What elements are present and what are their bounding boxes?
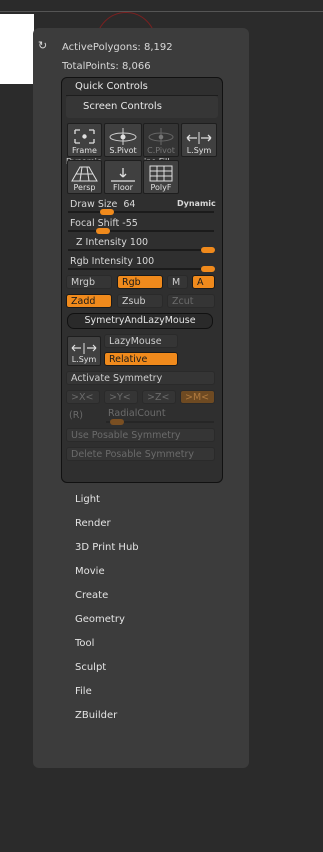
menu-3d-print-hub[interactable]: 3D Print Hub <box>75 542 139 553</box>
x-axis-button[interactable]: >X< <box>66 390 100 404</box>
spivot-icon <box>109 128 137 145</box>
menu-create[interactable]: Create <box>75 590 108 601</box>
frame-label: Frame <box>72 146 97 155</box>
refresh-icon[interactable]: ↻ <box>38 39 47 52</box>
mrgb-button[interactable]: Mrgb <box>66 275 112 289</box>
perspective-grid-icon <box>71 166 98 182</box>
lsym-arrows-icon-2 <box>71 343 97 354</box>
menu-file[interactable]: File <box>75 686 92 697</box>
draw-size-track[interactable] <box>68 211 214 213</box>
zadd-button[interactable]: Zadd <box>66 294 112 308</box>
menu-zbuilder[interactable]: ZBuilder <box>75 710 117 721</box>
lazymouse-button[interactable]: LazyMouse <box>104 334 178 348</box>
floor-label: Floor <box>113 183 133 192</box>
rgb-button[interactable]: Rgb <box>117 275 163 289</box>
activate-symmetry-button[interactable]: Activate Symmetry <box>66 371 215 385</box>
quick-controls-title[interactable]: Quick Controls <box>75 81 148 92</box>
menu-movie[interactable]: Movie <box>75 566 105 577</box>
z-axis-button[interactable]: >Z< <box>142 390 176 404</box>
radial-count-label[interactable]: RadialCount <box>108 408 166 419</box>
spivot-button[interactable]: S.Pivot <box>104 123 142 157</box>
cpivot-button[interactable]: C.Pivot <box>143 123 179 157</box>
total-points: TotalPoints: 8,066 <box>62 61 151 72</box>
active-polygons: ActivePolygons: 8,192 <box>62 42 173 53</box>
polyframe-grid-icon <box>149 165 173 182</box>
rgb-intensity-label[interactable]: Rgb Intensity 100 <box>70 256 154 267</box>
delete-posable-symmetry-button[interactable]: Delete Posable Symmetry <box>66 447 215 461</box>
persp-label: Persp <box>73 183 96 192</box>
draw-size-knob[interactable] <box>100 209 114 215</box>
lsym-label: L.Sym <box>71 355 97 364</box>
lsym-label-top: L.Sym <box>186 146 212 155</box>
screen-controls-title[interactable]: Screen Controls <box>83 101 162 112</box>
focal-shift-knob[interactable] <box>96 228 110 234</box>
lsym-button-top[interactable]: L.Sym <box>181 123 217 157</box>
polyf-button[interactable]: PolyF <box>143 160 179 194</box>
spivot-label: S.Pivot <box>109 146 137 155</box>
menu-sculpt[interactable]: Sculpt <box>75 662 106 673</box>
frame-button[interactable]: Frame <box>67 123 102 157</box>
menu-render[interactable]: Render <box>75 518 111 529</box>
radial-count-knob[interactable] <box>110 419 124 425</box>
z-intensity-knob[interactable] <box>201 247 215 253</box>
y-axis-button[interactable]: >Y< <box>104 390 138 404</box>
use-posable-symmetry-button[interactable]: Use Posable Symmetry <box>66 428 215 442</box>
m-button[interactable]: M <box>167 275 188 289</box>
menu-geometry[interactable]: Geometry <box>75 614 125 625</box>
dynamic-toggle[interactable]: Dynamic <box>177 199 216 208</box>
focal-shift-track[interactable] <box>68 230 214 232</box>
menu-tool[interactable]: Tool <box>75 638 94 649</box>
lsym-arrows-icon <box>186 132 212 144</box>
rgb-intensity-knob[interactable] <box>201 266 215 272</box>
floor-icon <box>111 168 135 182</box>
cpivot-icon <box>148 128 174 145</box>
frame-icon <box>74 129 95 144</box>
a-button[interactable]: A <box>192 275 215 289</box>
lsym-button[interactable]: L.Sym <box>67 336 101 366</box>
canvas-preview <box>0 14 34 84</box>
cpivot-label: C.Pivot <box>147 146 175 155</box>
persp-button[interactable]: Persp <box>67 160 102 194</box>
m-axis-button[interactable]: >M< <box>180 390 215 404</box>
top-divider <box>0 11 323 12</box>
zsub-button[interactable]: Zsub <box>117 294 163 308</box>
polyf-label: PolyF <box>150 183 172 192</box>
z-intensity-label[interactable]: Z Intensity 100 <box>76 237 148 248</box>
menu-light[interactable]: Light <box>75 494 100 505</box>
z-intensity-track[interactable] <box>68 249 214 251</box>
rgb-intensity-track[interactable] <box>68 268 214 270</box>
floor-button[interactable]: Floor <box>104 160 142 194</box>
zcut-button[interactable]: Zcut <box>167 294 215 308</box>
r-toggle[interactable]: (R) <box>69 410 83 421</box>
symmetry-lazy-header[interactable]: SymetryAndLazyMouse <box>67 313 213 329</box>
relative-button[interactable]: Relative <box>104 352 178 366</box>
